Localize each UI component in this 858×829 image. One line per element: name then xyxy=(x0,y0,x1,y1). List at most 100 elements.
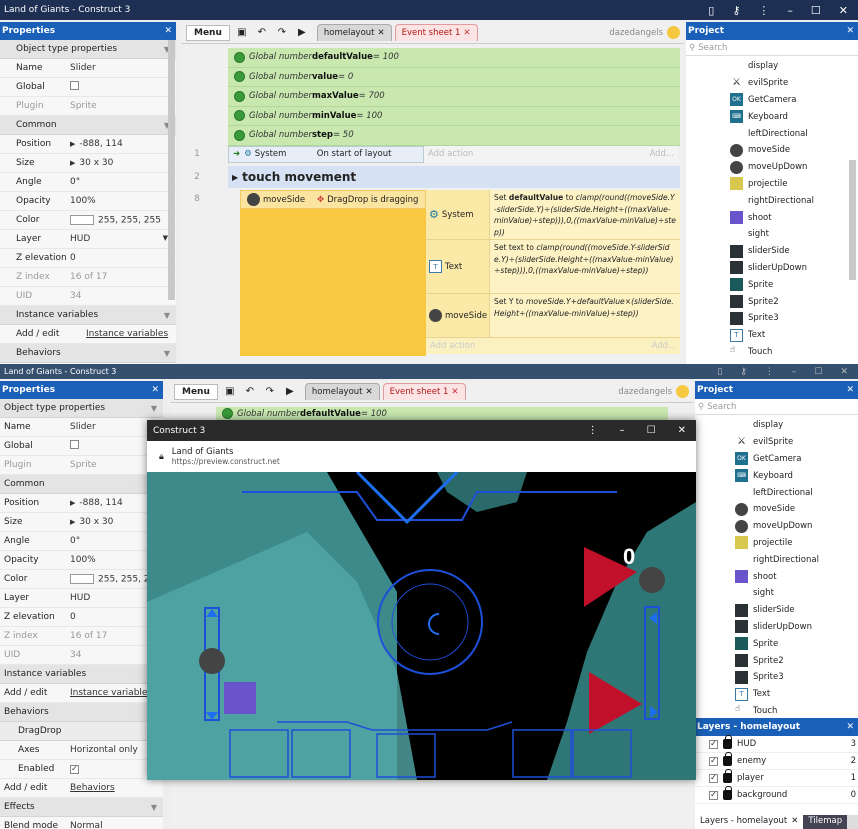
menu-button[interactable]: Menu xyxy=(174,383,218,400)
undo-icon[interactable]: ↶ xyxy=(242,385,258,399)
expand-arrow-icon[interactable]: ▶ xyxy=(70,518,75,526)
project-item[interactable]: display xyxy=(695,417,858,434)
project-item[interactable]: ☝ Touch xyxy=(686,344,858,361)
user-info[interactable]: dazedangels xyxy=(609,26,684,39)
clipboard-icon[interactable]: ▯ xyxy=(708,4,714,17)
expand-arrow-icon[interactable]: ▶ xyxy=(70,499,75,507)
minimize-icon[interactable]: – xyxy=(792,367,797,377)
global-var-row[interactable]: Global number minValue = 100 xyxy=(228,106,680,126)
chevron-right-icon[interactable]: ▶ xyxy=(228,173,242,182)
tab-close-icon[interactable]: ✕ xyxy=(451,387,458,397)
expand-arrow-icon[interactable]: ▶ xyxy=(70,140,75,148)
condition-row[interactable]: moveSide ✥ DragDrop is dragging xyxy=(240,190,426,209)
project-item[interactable]: sliderSide xyxy=(686,243,858,260)
layer-row[interactable]: ✓ background 0 xyxy=(695,786,858,804)
project-item[interactable]: sliderUpDown xyxy=(686,260,858,277)
project-item[interactable]: ☝ Touch xyxy=(695,703,858,719)
panel-scrollbar[interactable] xyxy=(168,40,175,300)
undo-icon[interactable]: ↶ xyxy=(254,26,270,40)
action-row[interactable]: ⚙ System Set defaultValue to clamp(round(… xyxy=(426,190,680,240)
blend-select[interactable]: Normal xyxy=(70,821,163,829)
project-item[interactable]: rightDirectional xyxy=(695,551,858,568)
action-row[interactable]: T Text Set text to clamp(round((moveSide.… xyxy=(426,240,680,294)
condition-block[interactable]: ➜ ⚙ System On start of layout xyxy=(228,145,424,163)
group-header[interactable]: ▶ touch movement xyxy=(228,166,680,188)
enabled-checkbox[interactable]: ✓ xyxy=(70,764,79,774)
save-icon[interactable]: ▣ xyxy=(222,385,238,399)
project-item[interactable]: ⌨ Keyboard xyxy=(695,467,858,484)
object-type-section[interactable]: Object type properties ▼ xyxy=(0,399,163,418)
project-item[interactable]: sight xyxy=(686,226,858,243)
instance-variables-link[interactable]: Instance variables xyxy=(86,329,176,339)
layer-row[interactable]: ✓ enemy 2 xyxy=(695,752,858,770)
tab-close-icon[interactable]: ✕ xyxy=(366,387,373,397)
project-item[interactable]: rightDirectional xyxy=(686,192,858,209)
project-item[interactable]: leftDirectional xyxy=(695,484,858,501)
global-var-row[interactable]: Global number step = 50 xyxy=(228,126,680,146)
add-action-row[interactable]: Add action Add... xyxy=(426,338,680,354)
global-var-row[interactable]: Global number defaultValue = 100 xyxy=(216,407,668,421)
prop-value[interactable]: ▶ 30 x 30 xyxy=(70,158,176,168)
prop-value[interactable]: 0 xyxy=(70,253,176,263)
add-link[interactable]: Add... xyxy=(651,341,676,351)
event-row[interactable]: 8 moveSide ✥ DragDrop is dragging ⚙ Syste… xyxy=(182,190,682,364)
tab-event-sheet[interactable]: Event sheet 1 ✕ xyxy=(382,383,466,400)
maximize-icon[interactable]: ☐ xyxy=(647,425,656,436)
global-var-row[interactable]: Global number maxValue = 700 xyxy=(228,87,680,107)
project-item[interactable]: sliderSide xyxy=(695,602,858,619)
layer-visible-checkbox[interactable]: ✓ xyxy=(709,739,718,749)
project-item[interactable]: projectile xyxy=(695,535,858,552)
lock-icon[interactable] xyxy=(723,769,732,783)
play-icon[interactable]: ▶ xyxy=(282,385,298,399)
behaviors-section[interactable]: Behaviors ▼ xyxy=(0,344,176,363)
tab-homelayout[interactable]: homelayout ✕ xyxy=(316,24,392,41)
project-item[interactable]: sliderUpDown xyxy=(695,619,858,636)
layer-row[interactable]: ✓ HUD 3 xyxy=(695,735,858,753)
project-item[interactable]: moveSide xyxy=(686,142,858,159)
action-text[interactable]: Set defaultValue to clamp(round((moveSid… xyxy=(490,190,680,239)
user-info[interactable]: dazedangels xyxy=(618,385,693,398)
tab-layers[interactable]: Layers - homelayout ✕ xyxy=(695,815,804,829)
expand-arrow-icon[interactable]: ▶ xyxy=(70,159,75,167)
layer-visible-checkbox[interactable]: ✓ xyxy=(709,756,718,766)
project-item[interactable]: Sprite2 xyxy=(695,652,858,669)
prop-value[interactable]: 34 xyxy=(70,291,176,301)
project-item[interactable]: sight xyxy=(695,585,858,602)
tab-event-sheet[interactable]: Event sheet 1 ✕ xyxy=(394,24,478,41)
project-item[interactable]: shoot xyxy=(686,209,858,226)
event-row[interactable]: 1 ➜ ⚙ System On start of layout Add acti… xyxy=(182,145,682,163)
behaviors-link[interactable]: Behaviors xyxy=(70,783,163,793)
layer-visible-checkbox[interactable]: ✓ xyxy=(709,790,718,800)
common-section[interactable]: Common▼ xyxy=(0,116,176,135)
effects-section[interactable]: Effects ▼ xyxy=(0,798,163,817)
project-item[interactable]: OK GetCamera xyxy=(695,451,858,468)
close-panel-icon[interactable]: ✕ xyxy=(846,385,858,395)
object-type-section[interactable]: Object type properties ▼ xyxy=(0,40,176,59)
clipboard-icon[interactable]: ▯ xyxy=(717,367,722,377)
common-section[interactable]: Common▼ xyxy=(0,475,163,494)
project-item[interactable]: projectile xyxy=(686,176,858,193)
close-panel-icon[interactable]: ✕ xyxy=(846,722,858,732)
minimize-icon[interactable]: – xyxy=(620,425,625,436)
shoot-button[interactable] xyxy=(224,682,256,714)
close-icon[interactable]: ✕ xyxy=(678,425,686,436)
game-canvas[interactable]: 0 xyxy=(147,472,696,780)
close-panel-icon[interactable]: ✕ xyxy=(151,385,163,395)
search-input[interactable]: ⚲ Search xyxy=(686,40,858,56)
prop-value[interactable]: 16 of 17 xyxy=(70,272,176,282)
key-icon[interactable]: ⚷ xyxy=(740,367,747,377)
prop-value[interactable]: HUD▼ xyxy=(70,234,176,244)
project-item[interactable]: Sprite xyxy=(686,276,858,293)
condition-block[interactable]: moveSide ✥ DragDrop is dragging xyxy=(240,190,426,356)
preview-url[interactable]: https://preview.construct.net xyxy=(172,457,280,466)
lock-icon[interactable] xyxy=(723,735,732,749)
lock-icon[interactable] xyxy=(723,786,732,800)
menu-button[interactable]: Menu xyxy=(186,24,230,41)
prop-value[interactable]: Slider xyxy=(70,63,176,73)
tab-homelayout[interactable]: homelayout ✕ xyxy=(304,383,380,400)
search-input[interactable]: ⚲ Search xyxy=(695,399,858,415)
project-item[interactable]: shoot xyxy=(695,568,858,585)
project-item[interactable]: Sprite3 xyxy=(695,669,858,686)
global-var-row[interactable]: Global number defaultValue = 100 xyxy=(228,48,680,68)
dragdrop-section[interactable]: DragDrop▼ xyxy=(0,722,163,741)
